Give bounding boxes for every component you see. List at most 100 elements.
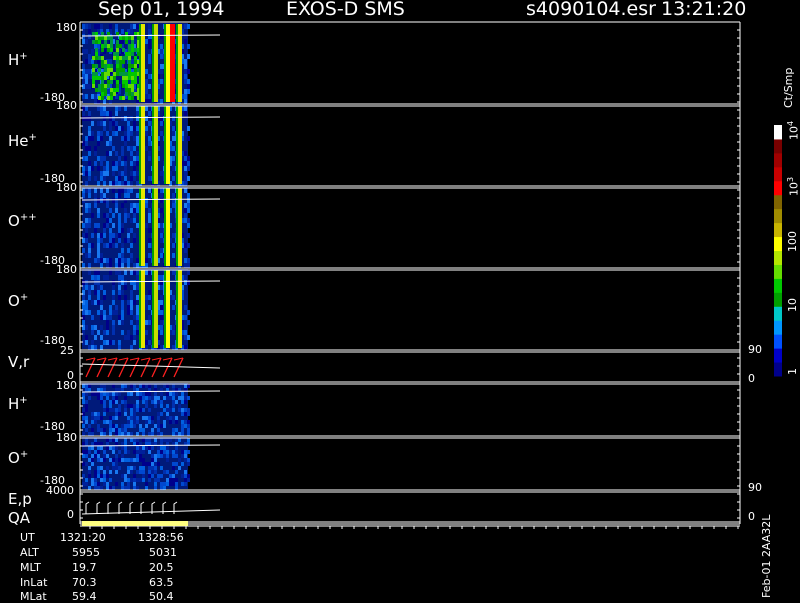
spectrogram-cell bbox=[82, 79, 85, 84]
spectrogram-cell bbox=[130, 253, 133, 258]
spectrogram-cell bbox=[118, 193, 121, 198]
spectrogram-cell bbox=[88, 270, 91, 275]
colorbar-segment bbox=[774, 250, 782, 265]
spectrogram-cell bbox=[187, 320, 190, 325]
spectrogram-cell bbox=[136, 24, 139, 29]
spectrogram-cell bbox=[109, 126, 112, 131]
panel-label-o-plusplus: O++ bbox=[8, 212, 37, 230]
spectrogram-cell bbox=[145, 106, 148, 111]
spectrogram-cell bbox=[121, 248, 124, 253]
spectrogram-cell bbox=[88, 388, 91, 392]
spectrogram-cell bbox=[133, 315, 136, 320]
spectrogram-cell bbox=[85, 208, 88, 213]
spectrogram-cell bbox=[109, 181, 112, 186]
spectrogram-cell bbox=[88, 253, 91, 258]
spectrogram-cell bbox=[100, 238, 103, 243]
spectrogram-cell bbox=[130, 203, 133, 208]
spectrogram-cell bbox=[95, 72, 98, 76]
spectrogram-cell bbox=[142, 470, 145, 474]
spectrogram-cell bbox=[106, 198, 109, 203]
spectrogram-cell bbox=[145, 424, 148, 428]
spectrogram-cell bbox=[91, 462, 94, 466]
spectrogram-cell bbox=[127, 335, 130, 340]
spectrogram-cell bbox=[172, 462, 175, 466]
spectrogram-cell bbox=[118, 295, 121, 300]
spectrogram-cell bbox=[118, 412, 121, 416]
spectrogram-cell bbox=[136, 131, 139, 136]
spectrogram-cell bbox=[151, 466, 154, 470]
spectrogram-cell bbox=[97, 446, 100, 450]
orbit-label: MLT bbox=[20, 561, 41, 574]
spectrogram-cell bbox=[134, 80, 137, 84]
spectrogram-cell bbox=[103, 470, 106, 474]
spectrogram-cell bbox=[166, 450, 169, 454]
spectrogram-cell bbox=[109, 416, 112, 420]
spectrogram-cell bbox=[104, 68, 107, 72]
spectrogram-cell bbox=[94, 270, 97, 275]
spectrogram-cell bbox=[160, 438, 163, 442]
spectrogram-cell bbox=[119, 96, 122, 100]
spectrogram-cell bbox=[97, 181, 100, 186]
spectrogram-cell bbox=[121, 315, 124, 320]
spectrogram-cell bbox=[106, 438, 109, 442]
spectrogram-cell bbox=[115, 166, 118, 171]
spectrogram-cell bbox=[172, 146, 175, 151]
spectrogram-cell bbox=[115, 392, 118, 396]
tick-top: 180 bbox=[56, 379, 77, 392]
spectrogram-cell bbox=[148, 432, 151, 436]
spectrogram-cell bbox=[136, 486, 139, 490]
spectrogram-cell bbox=[128, 48, 131, 52]
spectrogram-cell bbox=[109, 340, 112, 345]
colorbar-unit: Ct/Smp bbox=[782, 67, 795, 108]
spectrogram-cell bbox=[112, 300, 115, 305]
spectrogram-cell bbox=[109, 470, 112, 474]
spectrogram-cell bbox=[118, 176, 121, 181]
spectrogram-cell bbox=[160, 238, 163, 243]
spectrogram-cell bbox=[91, 94, 94, 99]
spectrogram-cell bbox=[115, 181, 118, 186]
spectrogram-cell bbox=[112, 438, 115, 442]
spectrogram-cell bbox=[121, 253, 124, 258]
spectrogram-cell bbox=[94, 228, 97, 233]
spectrogram-cell bbox=[187, 44, 190, 49]
spectrogram-cell bbox=[121, 305, 124, 310]
spectrogram-cell bbox=[107, 80, 110, 84]
spectrogram-cell bbox=[103, 340, 106, 345]
spectrogram-cell bbox=[85, 454, 88, 458]
spectrogram-cell bbox=[119, 56, 122, 60]
spectrogram-cell bbox=[154, 396, 157, 400]
spectrogram-cell bbox=[112, 408, 115, 412]
spectrogram-cell bbox=[121, 126, 124, 131]
spectrogram-cell bbox=[145, 300, 148, 305]
spectrogram-cell bbox=[124, 166, 127, 171]
spectrogram-cell bbox=[118, 450, 121, 454]
velocity-trace bbox=[129, 357, 140, 378]
spectrogram-cell bbox=[115, 203, 118, 208]
spectrogram-cell bbox=[113, 72, 116, 76]
spectrogram-cell bbox=[121, 428, 124, 432]
spectrogram-cell bbox=[112, 320, 115, 325]
spectrogram-cell bbox=[106, 243, 109, 248]
spectrogram-cell bbox=[154, 392, 157, 396]
spectrogram-cell bbox=[136, 392, 139, 396]
spectrogram-cell bbox=[181, 420, 184, 424]
spectrogram-cell bbox=[130, 412, 133, 416]
spectrogram-cell bbox=[184, 208, 187, 213]
spectrogram-cell bbox=[130, 416, 133, 420]
spectrogram-cell bbox=[88, 136, 91, 141]
spectrogram-cell bbox=[133, 218, 136, 223]
spectrogram-cell bbox=[184, 111, 187, 116]
spectrogram-cell bbox=[92, 72, 95, 76]
spectrogram-cell bbox=[136, 116, 139, 121]
spectrogram-cell bbox=[118, 223, 121, 228]
spectrogram-cell bbox=[118, 315, 121, 320]
spectrogram-cell bbox=[112, 446, 115, 450]
spectrogram-cell bbox=[92, 40, 95, 44]
spectrogram-cell bbox=[94, 325, 97, 330]
spectrogram-cell bbox=[121, 280, 124, 285]
spectrogram-cell bbox=[124, 136, 127, 141]
spectrogram-cell bbox=[139, 478, 142, 482]
spectrogram-cell bbox=[187, 458, 190, 462]
version-label: Feb-01 2AA32L bbox=[760, 514, 773, 598]
spectrogram-cell bbox=[130, 258, 133, 263]
